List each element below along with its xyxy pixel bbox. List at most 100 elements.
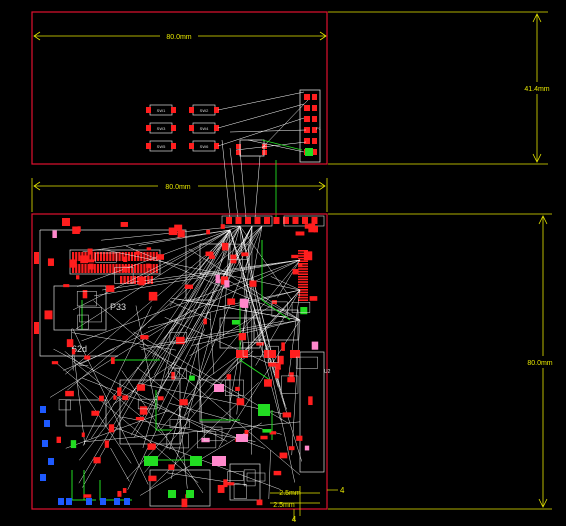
connector-pad [312,116,317,122]
component-pad [83,494,92,498]
strip-pad [292,217,299,224]
component-pad [44,310,53,320]
component-pad [136,384,146,391]
component-pad [63,284,70,288]
component-pad-blue [86,498,92,505]
component-pad-blue [124,498,130,505]
component-pad [71,348,76,355]
component-pad [226,374,232,380]
component-pad [268,362,277,367]
component-pad [256,499,263,506]
component-pad-large [236,350,248,358]
switch-pad [146,107,151,113]
header-pin [133,276,136,284]
strip-pad [235,217,242,224]
component-pad [308,396,313,406]
header-pin [140,264,143,273]
header-pin [130,252,134,261]
component-pad [217,484,225,493]
component-pad [241,252,249,257]
component-pad-large [34,322,39,334]
component-pad-pink [236,434,248,442]
header-pin [127,252,130,261]
connector-pad [304,105,310,111]
component-pad [69,259,77,268]
component-pad [221,242,229,251]
component-pad [66,339,74,348]
bottom-height-label: 80.0mm [527,360,552,367]
component-pad-green [190,456,202,466]
header-pin [120,276,123,284]
component-pad [175,336,185,345]
ic-pad [262,150,267,155]
component-pad [288,446,295,451]
switch-label: SW2 [200,108,209,113]
header-pin [140,252,143,261]
switch-pad [189,107,194,113]
component-pad [108,424,115,433]
component-pad [304,224,311,229]
connector-pad [312,138,317,144]
header-pin [93,264,96,273]
strip-pad [245,217,251,224]
header-pin [112,252,115,261]
component-pad [201,437,210,443]
component-pad [215,274,220,284]
pcb-layout-canvas[interactable]: 80.0mm 41.4mm SW1 SW2SW3 SW4SW5 SW6 P1 8… [0,0,566,526]
component-pad [123,256,128,263]
component-pad-blue [42,440,48,447]
strip-pad [311,217,318,224]
component-pad [303,251,313,261]
component-pad [110,357,115,365]
switch-pad [171,125,176,131]
top-width-label: 80.0mm [166,34,191,41]
switch-label: SW4 [200,126,209,131]
switch-label: SW5 [157,144,166,149]
component-pad [93,457,101,464]
header-pin [109,252,112,261]
component-pad [135,251,140,255]
component-pad [309,296,318,301]
header-pin [106,252,109,261]
edge-pin [298,299,308,301]
label-p33: P33 [110,302,126,312]
component-pad-large [290,350,300,358]
component-pad [249,280,257,287]
component-pad [91,410,100,416]
corner-mark: 4 [340,486,345,495]
component-pad [220,224,225,229]
edge-pin [298,268,308,270]
component-pad [157,254,165,260]
header-pin [106,264,109,273]
strip-pad [226,217,232,224]
component-pad-pink [212,456,226,466]
component-pad [282,412,292,418]
header-pin [127,264,130,273]
component-pad [296,435,303,441]
switch-pad [146,143,151,149]
component-pad [117,490,122,497]
switch-pad [146,125,151,131]
component-pad [230,254,237,264]
component-pad [87,248,93,255]
header-pin [96,264,99,273]
component-pad [148,475,157,482]
header-pin [112,264,115,273]
component-pad-blue [40,474,46,481]
component-pad [139,406,148,415]
component-pad [76,275,80,280]
edge-pin [298,283,308,286]
header-pin [103,264,106,273]
label-u2: U2 [324,369,331,375]
component-pad [70,440,77,449]
component-pad [117,387,122,397]
component-pad [264,379,272,387]
component-pad [181,498,188,508]
component-pad [157,396,164,401]
header-pin [109,264,112,273]
component-pad [148,291,158,301]
component-pad [275,369,280,379]
header-pin [78,264,81,273]
component-pad [206,229,211,235]
edge-pin [298,270,308,273]
